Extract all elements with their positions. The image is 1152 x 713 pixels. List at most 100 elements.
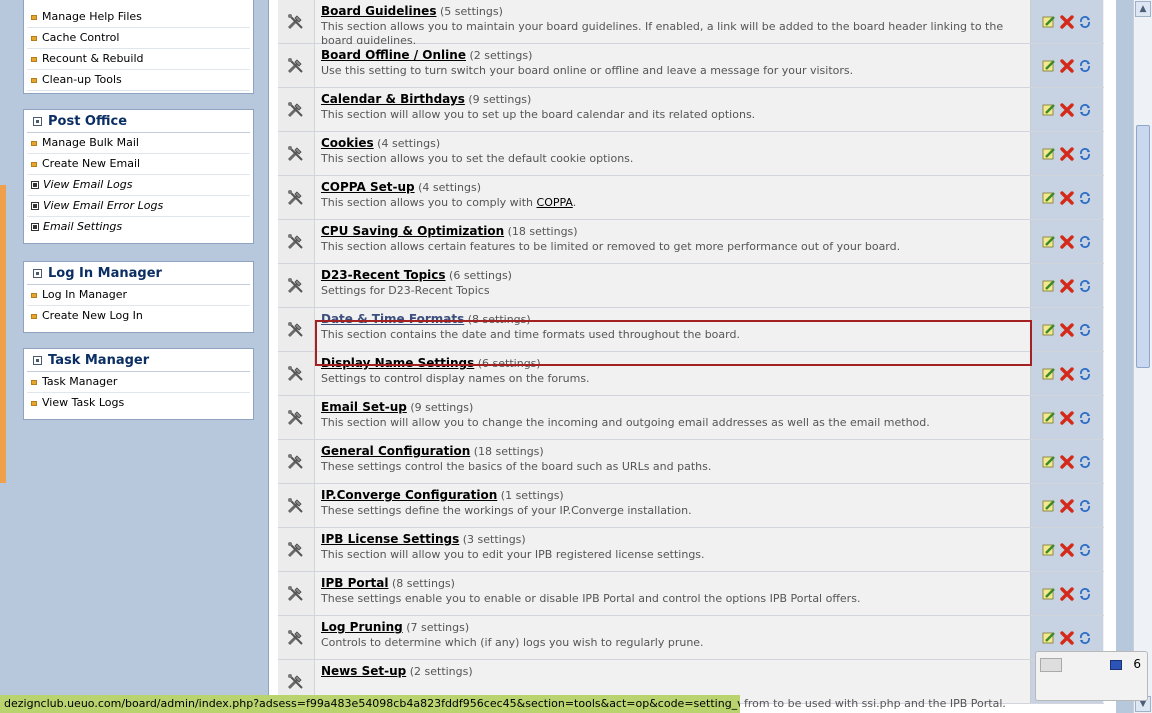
grey-tool-icon[interactable] (1040, 658, 1062, 672)
settings-group-title-link[interactable]: IPB License Settings (321, 532, 459, 546)
edit-icon[interactable] (1042, 147, 1056, 161)
sidebar-item-recount-rebuild[interactable]: Recount & Rebuild (27, 49, 250, 70)
collapse-box-icon[interactable] (33, 269, 42, 278)
edit-icon[interactable] (1042, 367, 1056, 381)
delete-icon[interactable] (1060, 410, 1074, 425)
settings-group-title-link[interactable]: CPU Saving & Optimization (321, 224, 504, 238)
delete-icon[interactable] (1060, 454, 1074, 469)
tools-icon (278, 88, 315, 131)
delete-icon[interactable] (1060, 630, 1074, 645)
delete-icon[interactable] (1060, 102, 1074, 117)
edit-icon[interactable] (1042, 587, 1056, 601)
settings-group-title-link[interactable]: COPPA Set-up (321, 180, 415, 194)
sidebar-item-email-settings[interactable]: Email Settings (27, 217, 250, 237)
settings-group-title-link[interactable]: Log Pruning (321, 620, 403, 634)
settings-group-description: This section allows certain features to … (321, 240, 901, 253)
sidebar-item-create-new-email[interactable]: Create New Email (27, 154, 250, 175)
collapse-box-icon[interactable] (33, 356, 42, 365)
sidebar-item-log-in-manager[interactable]: Log In Manager (27, 285, 250, 306)
edit-icon[interactable] (1042, 543, 1056, 557)
sync-icon[interactable] (1078, 631, 1092, 645)
sidebar-item-view-email-error-logs[interactable]: View Email Error Logs (27, 196, 250, 217)
sync-icon[interactable] (1078, 367, 1092, 381)
sidebar-box-task-manager: Task Manager Task Manager View Task Logs (23, 348, 254, 420)
sidebar-item-create-new-log-in[interactable]: Create New Log In (27, 306, 250, 326)
tools-icon (278, 616, 315, 659)
edit-icon[interactable] (1042, 455, 1056, 469)
delete-icon[interactable] (1060, 542, 1074, 557)
delete-icon[interactable] (1060, 366, 1074, 381)
bullet-icon (31, 161, 37, 167)
row-actions (1031, 264, 1103, 307)
floating-tool-number: 6 (1133, 657, 1141, 671)
delete-icon[interactable] (1060, 278, 1074, 293)
sync-icon[interactable] (1078, 587, 1092, 601)
settings-group-title-link[interactable]: IPB Portal (321, 576, 389, 590)
sync-icon[interactable] (1078, 15, 1092, 29)
tools-icon (278, 352, 315, 395)
edit-icon[interactable] (1042, 631, 1056, 645)
settings-group-title-link[interactable]: IP.Converge Configuration (321, 488, 497, 502)
sync-icon[interactable] (1078, 279, 1092, 293)
sidebar-item-manage-help-files[interactable]: Manage Help Files (27, 7, 250, 28)
vertical-scrollbar[interactable]: ▲ ▼ (1133, 0, 1152, 713)
sync-icon[interactable] (1078, 411, 1092, 425)
sync-icon[interactable] (1078, 455, 1092, 469)
delete-icon[interactable] (1060, 322, 1074, 337)
settings-group-title-link[interactable]: Board Guidelines (321, 4, 436, 18)
settings-group-title-link[interactable]: Calendar & Birthdays (321, 92, 465, 106)
bullet-icon (31, 379, 37, 385)
delete-icon[interactable] (1060, 58, 1074, 73)
edit-icon[interactable] (1042, 323, 1056, 337)
collapse-box-icon[interactable] (33, 117, 42, 126)
sync-icon[interactable] (1078, 543, 1092, 557)
settings-count: (18 settings) (473, 445, 544, 458)
sidebar-box-log-in-manager: Log In Manager Log In Manager Create New… (23, 261, 254, 333)
settings-group-title-link[interactable]: D23-Recent Topics (321, 268, 446, 282)
edit-icon[interactable] (1042, 279, 1056, 293)
settings-group-title-link[interactable]: Email Set-up (321, 400, 407, 414)
edit-icon[interactable] (1042, 59, 1056, 73)
edit-icon[interactable] (1042, 235, 1056, 249)
sidebar-item-view-email-logs[interactable]: View Email Logs (27, 175, 250, 196)
sync-icon[interactable] (1078, 147, 1092, 161)
delete-icon[interactable] (1060, 498, 1074, 513)
edit-icon[interactable] (1042, 191, 1056, 205)
edit-icon[interactable] (1042, 411, 1056, 425)
sync-icon[interactable] (1078, 323, 1092, 337)
sidebar-item-view-task-logs[interactable]: View Task Logs (27, 393, 250, 413)
edit-icon[interactable] (1042, 15, 1056, 29)
settings-group-title-link[interactable]: Cookies (321, 136, 374, 150)
sidebar-item-task-manager[interactable]: Task Manager (27, 372, 250, 393)
floating-toolbar[interactable]: 6 (1035, 651, 1148, 701)
sidebar-item-cleanup-tools[interactable]: Clean-up Tools (27, 70, 250, 91)
sync-icon[interactable] (1078, 103, 1092, 117)
settings-group-title-link[interactable]: News Set-up (321, 664, 406, 678)
scroll-thumb[interactable] (1136, 125, 1150, 368)
edit-icon[interactable] (1042, 103, 1056, 117)
settings-group-title-link[interactable]: Display Name Settings (321, 356, 474, 370)
settings-group-title-link[interactable]: General Configuration (321, 444, 470, 458)
settings-group-title-link[interactable]: Date & Time Formats (321, 312, 464, 326)
delete-icon[interactable] (1060, 14, 1074, 29)
sync-icon[interactable] (1078, 59, 1092, 73)
scroll-up-arrow-icon[interactable]: ▲ (1135, 1, 1151, 17)
delete-icon[interactable] (1060, 586, 1074, 601)
blue-tool-icon[interactable] (1110, 660, 1122, 670)
delete-icon[interactable] (1060, 146, 1074, 161)
sidebar-item-cache-control[interactable]: Cache Control (27, 28, 250, 49)
sync-icon[interactable] (1078, 499, 1092, 513)
row-actions (1031, 440, 1103, 483)
sync-icon[interactable] (1078, 235, 1092, 249)
tools-icon (278, 396, 315, 439)
delete-icon[interactable] (1060, 234, 1074, 249)
edit-icon[interactable] (1042, 499, 1056, 513)
sync-icon[interactable] (1078, 191, 1092, 205)
coppa-link[interactable]: COPPA (537, 196, 573, 209)
sidebar-item-manage-bulk-mail[interactable]: Manage Bulk Mail (27, 133, 250, 154)
delete-icon[interactable] (1060, 190, 1074, 205)
settings-group-row: D23-Recent Topics (6 settings) Settings f… (278, 264, 1104, 308)
row-actions (1031, 44, 1103, 87)
bullet-icon (31, 56, 37, 62)
settings-group-title-link[interactable]: Board Offline / Online (321, 48, 466, 62)
